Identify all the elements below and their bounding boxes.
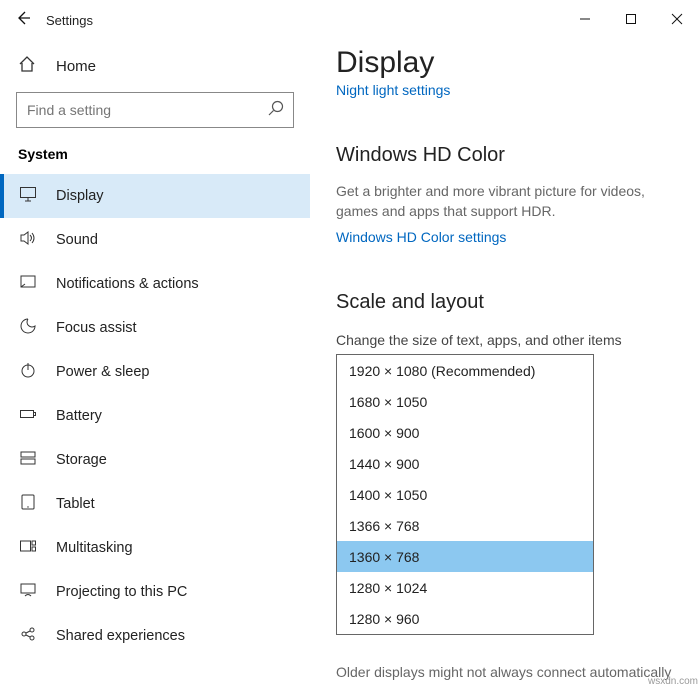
footnote-text: Older displays might not always connect … <box>336 664 671 680</box>
title-bar: Settings <box>0 0 700 40</box>
nav-item-label: Notifications & actions <box>56 276 199 292</box>
shared-icon <box>18 625 38 648</box>
back-button[interactable] <box>0 9 46 32</box>
category-heading: System <box>0 146 310 174</box>
nav-item-label: Shared experiences <box>56 628 185 644</box>
resolution-option[interactable]: 1400 × 1050 <box>337 479 593 510</box>
resolution-option[interactable]: 1680 × 1050 <box>337 386 593 417</box>
storage-icon <box>18 449 38 472</box>
battery-icon <box>18 405 38 428</box>
resolution-option[interactable]: 1360 × 768 <box>337 541 593 572</box>
maximize-button[interactable] <box>608 0 654 38</box>
resolution-option[interactable]: 1280 × 960 <box>337 603 593 634</box>
nav-item-label: Focus assist <box>56 320 137 336</box>
dropdown-list[interactable]: 1920 × 1080 (Recommended)1680 × 10501600… <box>337 355 593 634</box>
power-icon <box>18 361 38 384</box>
nav-item-shared-experiences[interactable]: Shared experiences <box>0 614 310 658</box>
nav-item-label: Display <box>56 188 104 204</box>
home-button[interactable]: Home <box>0 46 310 86</box>
resolution-option[interactable]: 1600 × 900 <box>337 417 593 448</box>
hd-color-heading: Windows HD Color <box>336 144 672 167</box>
nav-item-tablet[interactable]: Tablet <box>0 482 310 526</box>
content-panel: Display Night light settings Windows HD … <box>310 40 700 686</box>
sidebar: Home System Display Sound Notifications & … <box>0 40 310 686</box>
window-controls <box>562 0 700 38</box>
focus-icon <box>18 317 38 340</box>
nav-item-sound[interactable]: Sound <box>0 218 310 262</box>
nav-item-projecting-to-this-pc[interactable]: Projecting to this PC <box>0 570 310 614</box>
nav-item-label: Tablet <box>56 496 95 512</box>
nav-item-label: Power & sleep <box>56 364 150 380</box>
search-input[interactable] <box>16 92 294 128</box>
night-light-link[interactable]: Night light settings <box>336 82 672 98</box>
nav-item-label: Storage <box>56 452 107 468</box>
watermark: wsxdn.com <box>648 676 698 687</box>
tablet-icon <box>18 493 38 516</box>
nav-item-label: Multitasking <box>56 540 133 556</box>
resolution-dropdown[interactable]: 1920 × 1080 (Recommended)1680 × 10501600… <box>336 354 594 635</box>
multitasking-icon <box>18 537 38 560</box>
scale-label: Change the size of text, apps, and other… <box>336 332 672 348</box>
resolution-option[interactable]: 1366 × 768 <box>337 510 593 541</box>
nav-item-label: Projecting to this PC <box>56 584 187 600</box>
scale-heading: Scale and layout <box>336 291 672 314</box>
sound-icon <box>18 229 38 252</box>
nav-item-notifications-actions[interactable]: Notifications & actions <box>0 262 310 306</box>
nav-item-power-sleep[interactable]: Power & sleep <box>0 350 310 394</box>
projecting-icon <box>18 581 38 604</box>
home-label: Home <box>56 58 96 75</box>
resolution-option[interactable]: 1920 × 1080 (Recommended) <box>337 355 593 386</box>
nav-item-label: Sound <box>56 232 98 248</box>
resolution-option[interactable]: 1440 × 900 <box>337 448 593 479</box>
back-arrow-icon <box>14 9 32 27</box>
minimize-button[interactable] <box>562 0 608 38</box>
nav-item-display[interactable]: Display <box>0 174 310 218</box>
display-icon <box>18 185 38 208</box>
notifications-icon <box>18 273 38 296</box>
resolution-option[interactable]: 1280 × 1024 <box>337 572 593 603</box>
hd-color-description: Get a brighter and more vibrant picture … <box>336 181 672 221</box>
hd-color-link[interactable]: Windows HD Color settings <box>336 229 672 245</box>
nav-item-multitasking[interactable]: Multitasking <box>0 526 310 570</box>
nav-item-storage[interactable]: Storage <box>0 438 310 482</box>
page-heading: Display <box>336 46 672 80</box>
nav-item-label: Battery <box>56 408 102 424</box>
window-title: Settings <box>46 13 93 28</box>
nav-item-battery[interactable]: Battery <box>0 394 310 438</box>
nav-item-focus-assist[interactable]: Focus assist <box>0 306 310 350</box>
home-icon <box>18 55 38 78</box>
close-button[interactable] <box>654 0 700 38</box>
